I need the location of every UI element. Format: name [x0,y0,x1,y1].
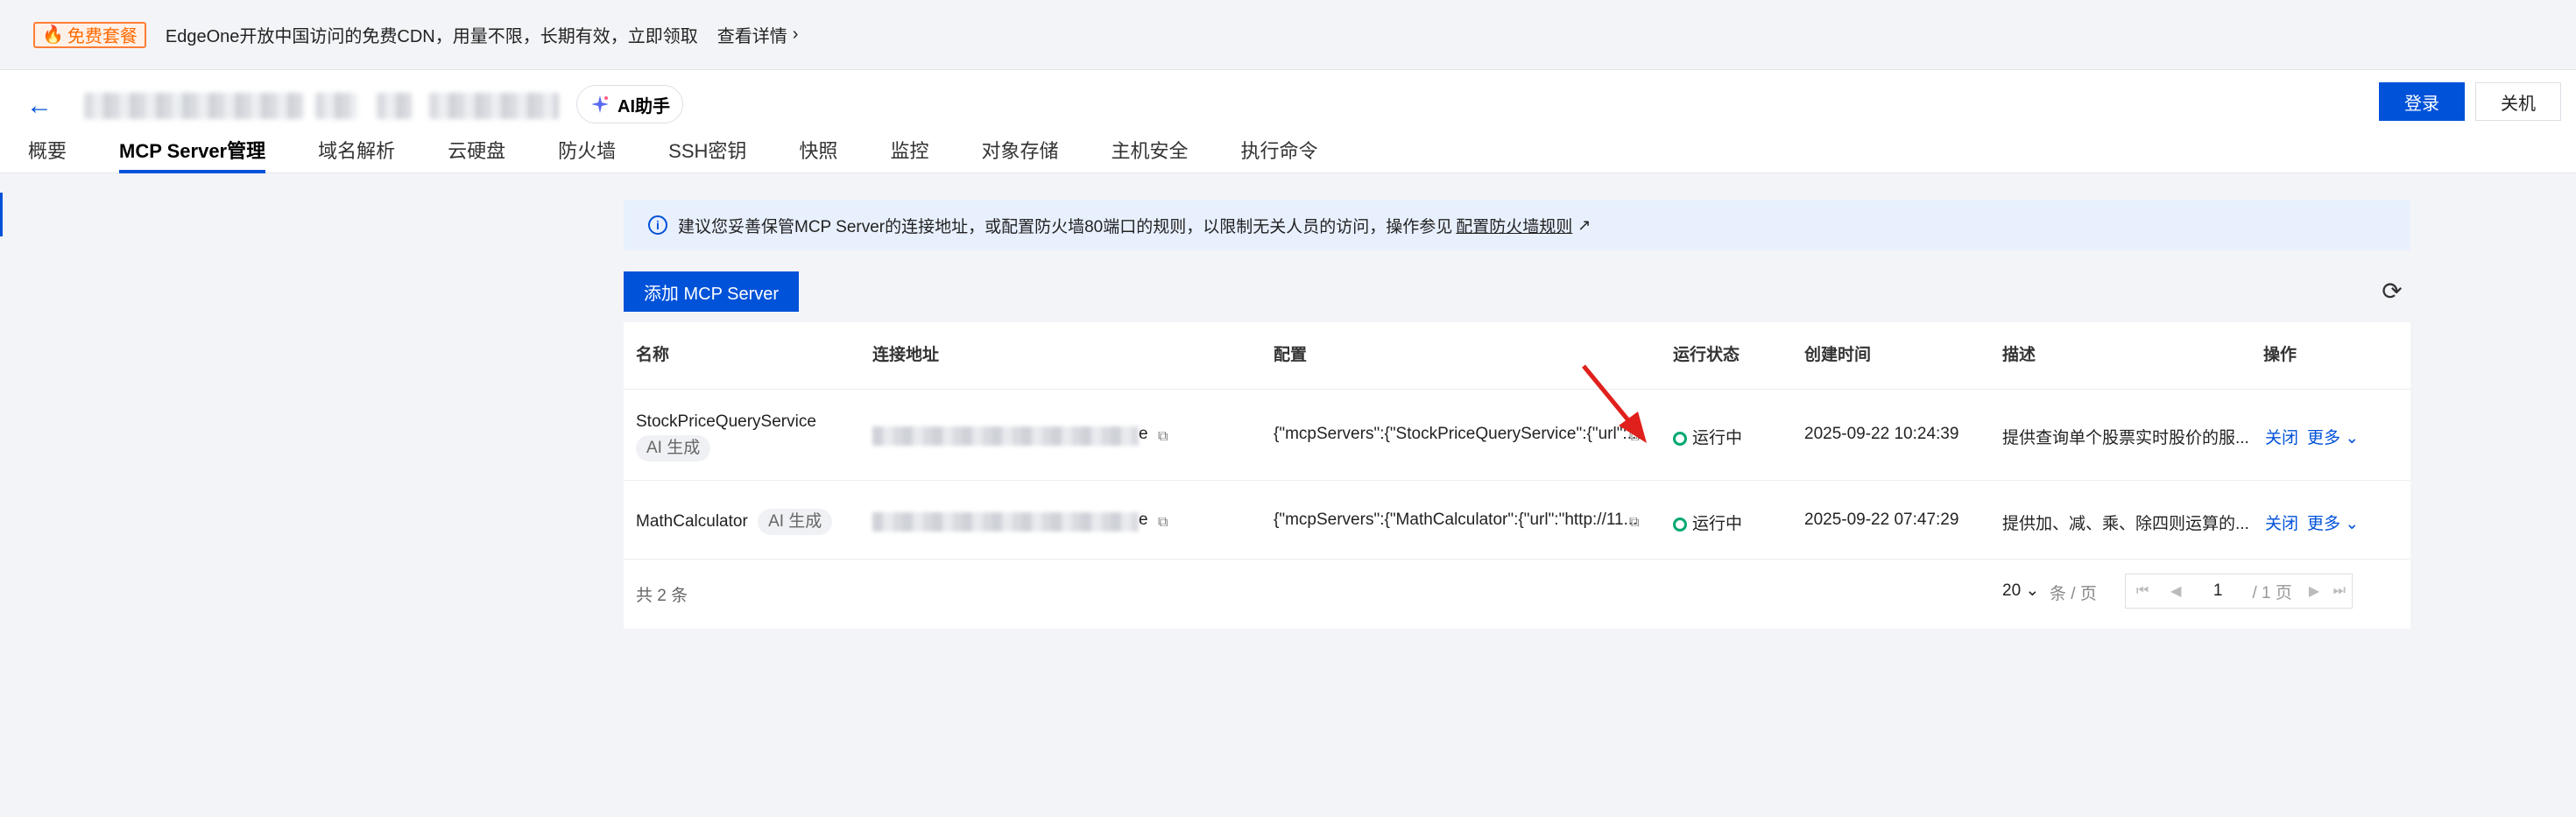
table-row: StockPriceQueryService AI 生成 e ⧉ {"mcpSe… [624,389,2410,480]
promo-bar: 🔥 免费套餐 EdgeOne开放中国访问的免费CDN，用量不限，长期有效，立即领… [0,0,2576,70]
table-row: MathCalculator AI 生成 e ⧉ {"mcpServers":{… [624,480,2410,559]
promo-details-link[interactable]: 查看详情 › [717,22,799,47]
copy-config-icon[interactable]: ⧉ [1629,515,1643,530]
status-dot-icon [1673,431,1687,446]
col-header-description: 描述 [2002,346,2036,364]
description: 提供查询单个股票实时股价的服... [2002,429,2249,447]
back-arrow-icon[interactable]: ← [26,93,53,119]
status-dot-icon [1673,517,1687,532]
config-snippet: {"mcpServers":{"MathCalculator":{"url":"… [1274,511,1638,529]
status-running: 运行中 [1673,511,1742,534]
page-size-select[interactable]: 20 ⌄ [2002,581,2039,601]
next-page-icon[interactable]: ▶ [2302,582,2327,600]
promo-details-label: 查看详情 [716,27,787,46]
external-link-icon: ↗ [1577,215,1591,234]
page-size-value: 20 [2002,581,2022,600]
more-label: 更多 [2307,429,2341,447]
prev-page-icon[interactable]: ◀ [2159,582,2192,600]
col-header-config: 配置 [1274,346,1308,364]
close-action[interactable]: 关闭 [2265,511,2298,534]
tab-object-storage[interactable]: 对象存储 [981,140,1058,173]
url-suffix: e [1139,511,1148,529]
page-total: / 1 页 [2252,583,2292,602]
col-header-actions: 操作 [2263,346,2297,364]
col-header-created: 创建时间 [1804,346,1872,364]
tab-host-security[interactable]: 主机安全 [1111,140,1188,173]
tab-snapshot[interactable]: 快照 [799,140,837,173]
chevron-down-icon: ⌄ [2025,581,2040,600]
pager-controls: ⏮ ◀ 1 / 1 页 ▶ ⏭ [2125,574,2353,609]
ai-assistant-label: AI助手 [618,96,670,116]
server-name-label: MathCalculator [636,512,748,531]
tab-monitor[interactable]: 监控 [890,140,928,173]
instance-ip-redacted [429,93,559,119]
sidebar-indicator [0,193,3,236]
col-header-status: 运行状态 [1673,346,1740,364]
shutdown-button[interactable]: 关机 [2475,82,2561,121]
firewall-rules-link[interactable]: 配置防火墙规则 [1456,214,1572,237]
ai-generated-tag: AI 生成 [636,435,711,461]
more-action[interactable]: 更多 ⌄ [2307,511,2359,534]
promo-text: EdgeOne开放中国访问的免费CDN，用量不限，长期有效，立即领取 [165,27,698,46]
info-icon: i [648,215,667,235]
more-label: 更多 [2307,515,2341,533]
copy-url-icon[interactable]: ⧉ [1158,515,1172,530]
last-page-icon[interactable]: ⏭ [2326,583,2352,599]
col-header-name: 名称 [636,346,670,364]
server-name: StockPriceQueryService [636,412,816,431]
col-header-url: 连接地址 [872,346,940,364]
instance-tag-redacted [315,93,357,119]
chevron-right-icon: › [792,25,799,44]
mcp-server-table: 名称 连接地址 配置 运行状态 创建时间 描述 操作 StockPriceQue… [624,322,2410,629]
promo-badge-label: 免费套餐 [67,27,138,46]
tab-run-command[interactable]: 执行命令 [1240,140,1317,173]
created-time: 2025-09-22 07:47:29 [1804,511,1959,529]
refresh-icon[interactable]: ⟳ [2379,278,2405,305]
instance-header: ← AI助手 登录 关机 概要 MCP Server管理 域名解析 云硬盘 防火… [0,70,2576,173]
login-button[interactable]: 登录 [2379,82,2465,121]
status-label: 运行中 [1692,515,1743,533]
tab-dns[interactable]: 域名解析 [318,140,395,173]
created-time: 2025-09-22 10:24:39 [1804,425,1959,443]
annotation-arrow-icon [1582,364,1647,443]
ai-generated-tag: AI 生成 [758,509,833,535]
chevron-down-icon: ⌄ [2345,429,2360,447]
tab-overview[interactable]: 概要 [28,140,67,173]
tab-firewall[interactable]: 防火墙 [558,140,616,173]
close-action[interactable]: 关闭 [2265,425,2298,448]
copy-url-icon[interactable]: ⧉ [1158,429,1172,444]
pagination: 共 2 条 20 ⌄ 条 / 页 ⏮ ◀ 1 / 1 页 ▶ ⏭ [624,559,2410,629]
connection-url-redacted [872,512,1139,532]
instance-name-redacted [84,93,303,119]
server-name: MathCalculator AI 生成 [636,509,833,535]
page-input[interactable]: 1 [2192,581,2242,601]
connection-url-redacted [872,426,1139,446]
description: 提供加、减、乘、除四则运算的... [2002,515,2249,533]
total-count: 共 2 条 [636,587,688,605]
flame-icon: 🔥 [42,25,64,45]
ai-sparkle-icon [591,95,609,113]
status-running: 运行中 [1673,425,1742,448]
add-mcp-server-button[interactable]: 添加 MCP Server [624,271,799,312]
free-plan-badge[interactable]: 🔥 免费套餐 [33,21,146,48]
status-label: 运行中 [1692,429,1743,447]
tab-cloud-disk[interactable]: 云硬盘 [448,140,505,173]
info-notice: i 建议您妥善保管MCP Server的连接地址，或配置防火墙80端口的规则，以… [624,200,2410,250]
url-suffix: e [1139,425,1148,443]
instance-region-redacted [377,93,412,119]
ai-assistant-button[interactable]: AI助手 [576,85,683,123]
tab-ssh-keys[interactable]: SSH密钥 [668,140,746,173]
first-page-icon[interactable]: ⏮ [2126,583,2159,599]
tab-mcp-server[interactable]: MCP Server管理 [119,140,266,173]
notice-text: 建议您妥善保管MCP Server的连接地址，或配置防火墙80端口的规则，以限制… [678,217,1453,236]
more-action[interactable]: 更多 ⌄ [2307,425,2359,448]
page-size-unit: 条 / 页 [2050,585,2097,603]
chevron-down-icon: ⌄ [2345,515,2360,533]
instance-tabs: 概要 MCP Server管理 域名解析 云硬盘 防火墙 SSH密钥 快照 监控… [28,140,1371,173]
